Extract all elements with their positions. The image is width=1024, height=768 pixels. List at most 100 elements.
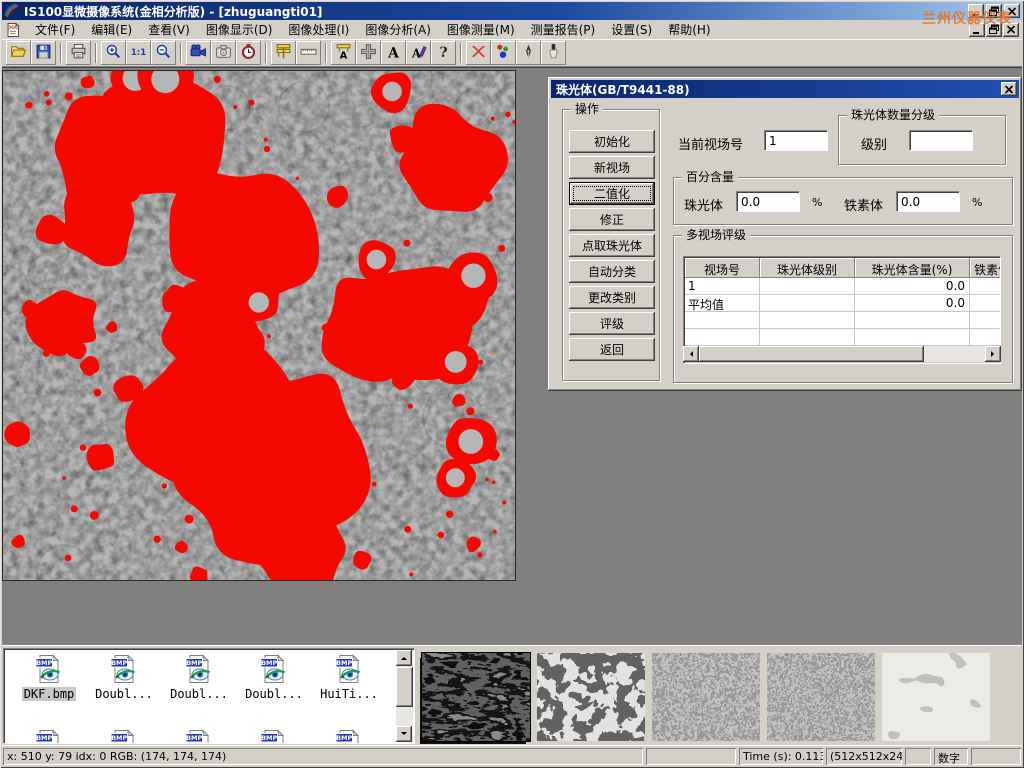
pearlite-unit: % <box>812 196 822 209</box>
zoom-out-icon <box>155 43 172 63</box>
op-button-4[interactable]: 点取珠光体 <box>569 234 655 257</box>
move-grid-icon <box>360 43 377 63</box>
scroll-right-button[interactable] <box>985 346 1001 362</box>
op-button-7[interactable]: 评级 <box>569 312 655 335</box>
sample-thumbnail-3[interactable] <box>652 653 760 741</box>
menu-item-8[interactable]: 设置(S) <box>603 21 660 39</box>
ruler-icon <box>300 43 317 63</box>
horizontal-scroll-thumb[interactable] <box>699 346 924 362</box>
menu-item-6[interactable]: 图像测量(M) <box>439 21 523 39</box>
menu-item-1[interactable]: 编辑(E) <box>83 21 140 39</box>
file-item-partial[interactable]: BMP <box>87 729 161 744</box>
sample-thumbnail-1[interactable] <box>422 653 530 741</box>
menu-bar: DOC 文件(F)编辑(E)查看(V)图像显示(D)图像处理(I)图像分析(A)… <box>2 20 1022 40</box>
op-button-0[interactable]: 初始化 <box>569 130 655 153</box>
file-item-HuiTi...[interactable]: BMPHuiTi... <box>312 654 386 701</box>
menu-item-7[interactable]: 测量报告(P) <box>523 21 604 39</box>
dialog-title-bar[interactable]: 珠光体(GB/T9441-88) <box>551 80 1019 98</box>
restore-button[interactable] <box>986 4 1002 18</box>
toolbar-curve-tool-button[interactable] <box>466 41 491 65</box>
status-empty-2 <box>905 748 931 765</box>
save-file-icon <box>35 43 52 63</box>
table-header-cell[interactable]: 珠光体级别 <box>760 258 855 278</box>
mdi-workspace: 珠光体(GB/T9441-88) 操作 初始化新视场二值化修正点取珠光体自动分类… <box>2 67 1022 645</box>
bmp-file-icon: BMP <box>237 729 311 744</box>
table-row-0[interactable]: 10.0 <box>685 278 1001 295</box>
child-restore-button[interactable] <box>986 23 1002 37</box>
file-item-partial[interactable]: BMP <box>162 729 236 744</box>
table-header-cell[interactable]: 铁素体含量(%) <box>970 258 1001 278</box>
svg-text:A: A <box>387 45 399 60</box>
toolbar-ruler-button[interactable] <box>296 41 321 65</box>
toolbar-camera-capture-button[interactable] <box>211 41 236 65</box>
table-cell <box>685 312 760 329</box>
toolbar-video-camera-button[interactable] <box>186 41 211 65</box>
file-item-Doubl...[interactable]: BMPDoubl... <box>237 654 311 701</box>
file-item-DKF.bmp[interactable]: BMPDKF.bmp <box>12 654 86 701</box>
op-button-2[interactable]: 二值化 <box>569 182 655 205</box>
op-button-5[interactable]: 自动分类 <box>569 260 655 283</box>
toolbar-save-file-button[interactable] <box>31 41 56 65</box>
toolbar-measure-label-button[interactable]: A <box>331 41 356 65</box>
child-minimize-button[interactable] <box>969 23 985 37</box>
minimize-button[interactable] <box>968 4 984 18</box>
micrograph-image[interactable] <box>2 70 516 581</box>
toolbar-classify-points-button[interactable] <box>491 41 516 65</box>
pearlite-percent-input[interactable]: 0.0 <box>736 191 800 212</box>
toolbar-text-edit-button[interactable]: A <box>406 41 431 65</box>
ferrite-unit: % <box>972 196 982 209</box>
toolbar-separator <box>325 43 327 63</box>
file-item-Doubl...[interactable]: BMPDoubl... <box>162 654 236 701</box>
close-button[interactable] <box>1004 4 1020 18</box>
file-scroll-up-button[interactable] <box>396 650 412 666</box>
toolbar-zoom-in-button[interactable] <box>101 41 126 65</box>
sample-thumbnail-5[interactable] <box>882 653 990 741</box>
op-button-6[interactable]: 更改类别 <box>569 286 655 309</box>
grade-input[interactable] <box>909 130 973 151</box>
toolbar-timer-button[interactable] <box>236 41 261 65</box>
file-scroll-thumb[interactable] <box>396 667 413 707</box>
toolbar-brush-tool-button[interactable] <box>541 41 566 65</box>
table-row-1[interactable]: 平均值0.0 <box>685 295 1001 312</box>
toolbar-text-annotate-button[interactable]: A <box>381 41 406 65</box>
menu-item-0[interactable]: 文件(F) <box>27 21 83 39</box>
document-icon[interactable]: DOC <box>5 22 21 38</box>
table-row-2[interactable] <box>685 312 1001 329</box>
toolbar-open-file-button[interactable] <box>6 41 31 65</box>
table-row-3[interactable] <box>685 329 1001 346</box>
table-header-cell[interactable]: 珠光体含量(%) <box>855 258 970 278</box>
current-field-input[interactable]: 1 <box>764 130 828 151</box>
menu-item-4[interactable]: 图像处理(I) <box>280 21 357 39</box>
sample-thumbnail-2[interactable] <box>537 653 645 741</box>
toolbar-pen-tool-button[interactable] <box>516 41 541 65</box>
toolbar-help-button[interactable]: ? <box>431 41 456 65</box>
scroll-left-button[interactable] <box>683 346 699 362</box>
sample-thumbnail-4[interactable] <box>767 653 875 741</box>
menu-item-9[interactable]: 帮助(H) <box>660 21 718 39</box>
toolbar-zoom-out-button[interactable] <box>151 41 176 65</box>
svg-text:BMP: BMP <box>336 659 352 667</box>
timer-icon <box>240 43 257 63</box>
table-cell <box>685 329 760 346</box>
toolbar-actual-size-button[interactable]: 1:1 <box>126 41 151 65</box>
table-header-cell[interactable]: 视场号 <box>685 258 760 278</box>
toolbar-print-button[interactable] <box>66 41 91 65</box>
file-item-Doubl...[interactable]: BMPDoubl... <box>87 654 161 701</box>
menu-item-5[interactable]: 图像分析(A) <box>357 21 439 39</box>
op-button-8[interactable]: 返回 <box>569 338 655 361</box>
status-mode: 数字 <box>934 748 968 765</box>
toolbar-move-grid-button[interactable] <box>356 41 381 65</box>
file-item-partial[interactable]: BMP <box>237 729 311 744</box>
toolbar-caliper-button[interactable] <box>271 41 296 65</box>
ferrite-percent-input[interactable]: 0.0 <box>896 191 960 212</box>
op-button-1[interactable]: 新视场 <box>569 156 655 179</box>
dialog-close-button[interactable] <box>1001 82 1017 96</box>
file-item-partial[interactable]: BMP <box>12 729 86 744</box>
menu-item-2[interactable]: 查看(V) <box>140 21 198 39</box>
file-item-partial[interactable]: BMP <box>312 729 386 744</box>
toolbar: 1:1AAA? <box>2 40 1022 67</box>
file-scroll-down-button[interactable] <box>396 726 412 742</box>
op-button-3[interactable]: 修正 <box>569 208 655 231</box>
menu-item-3[interactable]: 图像显示(D) <box>198 21 281 39</box>
child-close-button[interactable] <box>1003 23 1019 37</box>
